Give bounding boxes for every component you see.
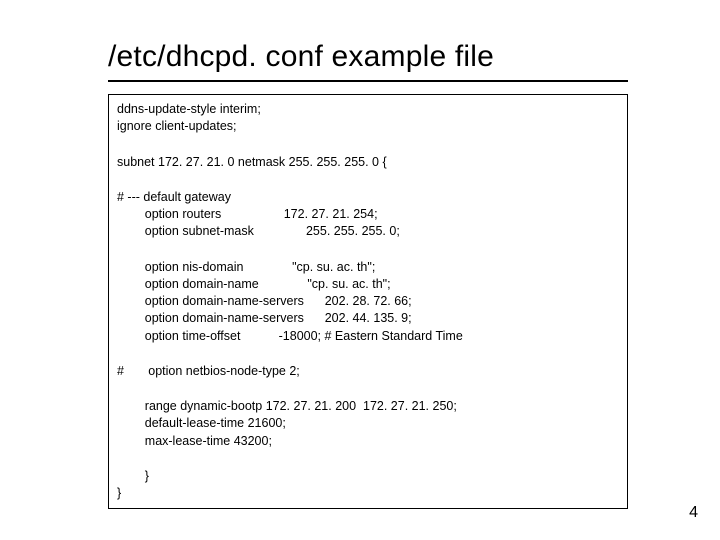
blank-line: [117, 380, 619, 398]
code-line: default-lease-time 21600;: [117, 415, 619, 432]
title-underline: [108, 80, 628, 82]
code-line: option domain-name-servers 202. 44. 135.…: [117, 310, 619, 327]
code-line: ddns-update-style interim;: [117, 101, 619, 118]
code-block: ddns-update-style interim; ignore client…: [108, 94, 628, 509]
code-line: option subnet-mask 255. 255. 255. 0;: [117, 223, 619, 240]
blank-line: [117, 241, 619, 259]
code-line: # option netbios-node-type 2;: [117, 363, 619, 380]
blank-line: [117, 450, 619, 468]
code-line: range dynamic-bootp 172. 27. 21. 200 172…: [117, 398, 619, 415]
page-number: 4: [689, 504, 698, 522]
blank-line: [117, 345, 619, 363]
code-line: }: [117, 468, 619, 485]
code-line: # --- default gateway: [117, 189, 619, 206]
code-line: option domain-name "cp. su. ac. th";: [117, 276, 619, 293]
code-line: option routers 172. 27. 21. 254;: [117, 206, 619, 223]
code-line: }: [117, 485, 619, 502]
code-line: subnet 172. 27. 21. 0 netmask 255. 255. …: [117, 154, 619, 171]
blank-line: [117, 136, 619, 154]
code-line: option nis-domain "cp. su. ac. th";: [117, 259, 619, 276]
slide: /etc/dhcpd. conf example file ddns-updat…: [0, 0, 720, 540]
page-title: /etc/dhcpd. conf example file: [108, 40, 650, 74]
blank-line: [117, 171, 619, 189]
code-line: max-lease-time 43200;: [117, 433, 619, 450]
code-line: ignore client-updates;: [117, 118, 619, 135]
code-line: option domain-name-servers 202. 28. 72. …: [117, 293, 619, 310]
code-line: option time-offset -18000; # Eastern Sta…: [117, 328, 619, 345]
